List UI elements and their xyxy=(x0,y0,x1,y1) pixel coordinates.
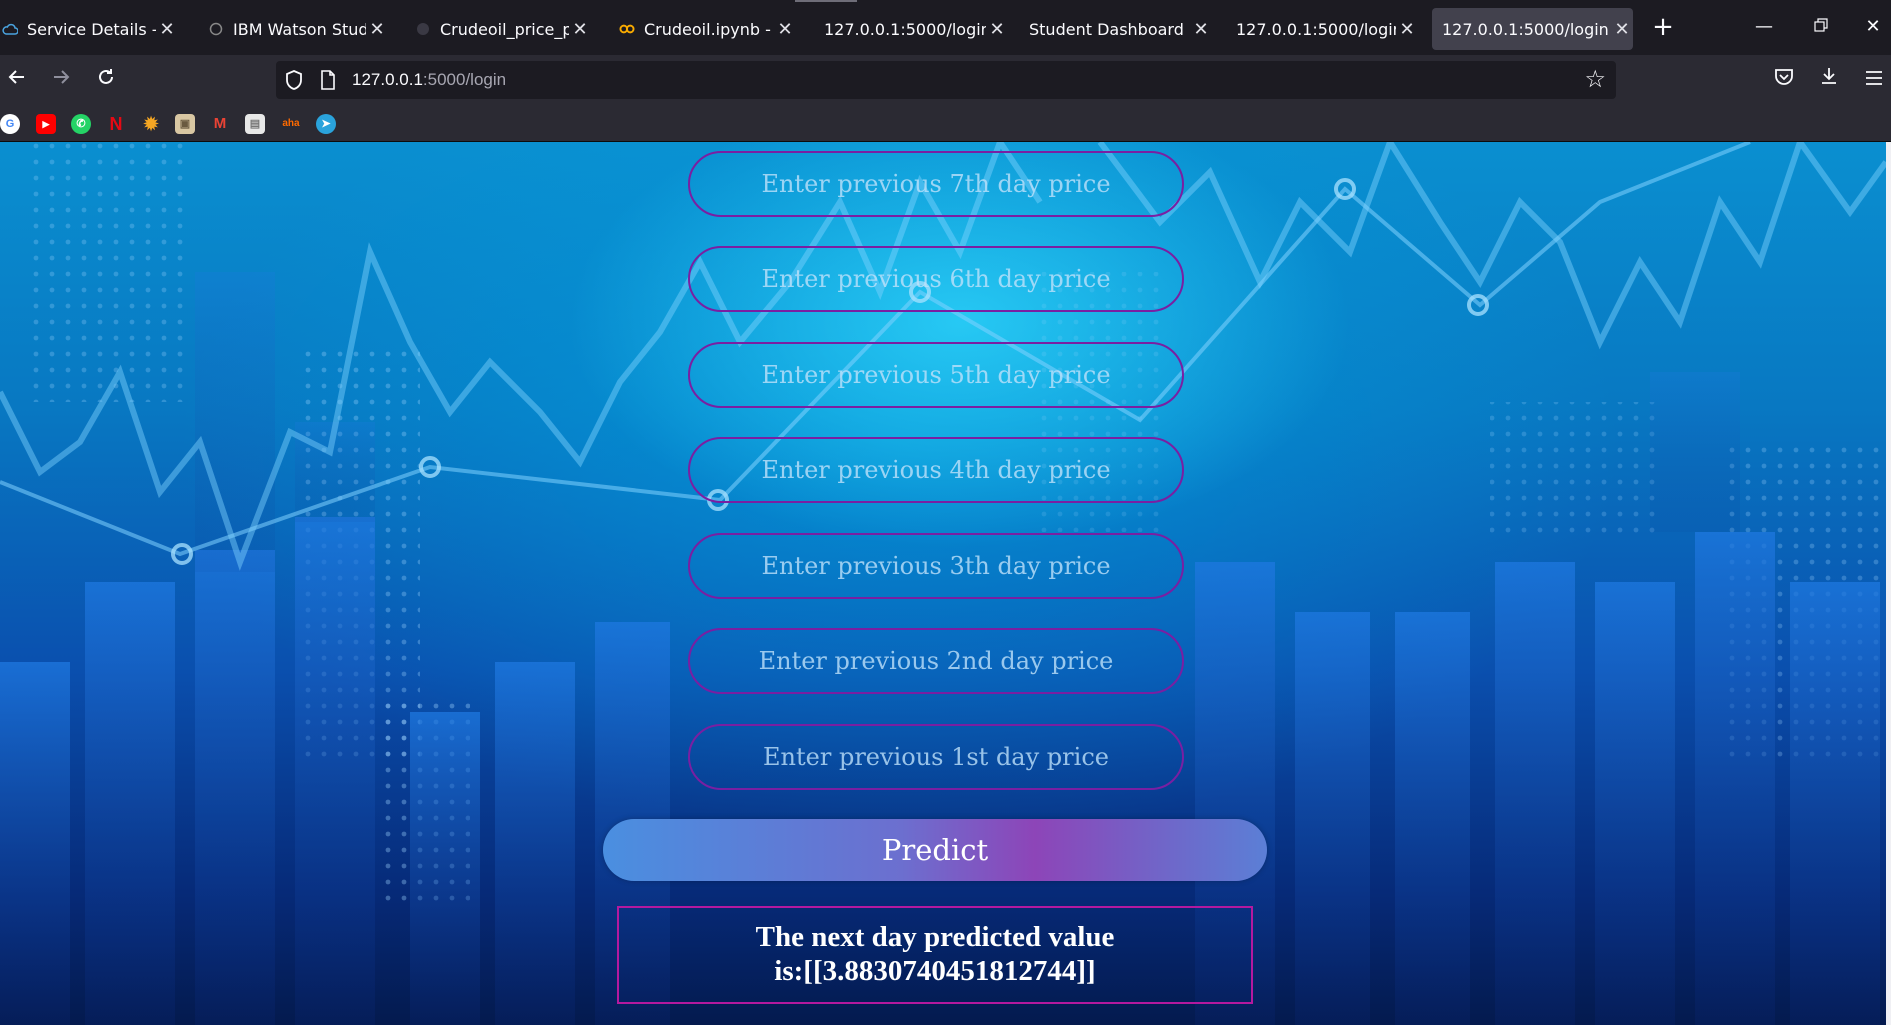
navigation-toolbar: 127.0.0.1:5000/login ☆ xyxy=(0,55,1891,106)
github-icon xyxy=(415,21,431,37)
tracking-shield-icon[interactable] xyxy=(284,69,304,95)
close-tab-icon[interactable]: ✕ xyxy=(1611,19,1633,40)
tab-title: Crudeoil_price_predi xyxy=(440,19,569,39)
page-scrollbar[interactable] xyxy=(1886,142,1891,1025)
result-line-2: is:[[3.8830740451812744]] xyxy=(774,955,1096,987)
photo-bookmark-icon[interactable]: ▣ xyxy=(175,114,195,134)
netflix-bookmark-icon[interactable]: N xyxy=(106,114,126,134)
url-text[interactable]: 127.0.0.1:5000/login xyxy=(352,70,506,90)
close-tab-icon[interactable]: ✕ xyxy=(569,19,591,40)
prediction-result: The next day predicted value is:[[3.8830… xyxy=(617,906,1253,1004)
tab-title: 127.0.0.1:5000/login xyxy=(824,19,986,39)
bookmarks-toolbar: G ▶ ✆ N ✹ ▣ M ▤ aha ➤ xyxy=(0,106,1891,142)
gmail-bookmark-icon[interactable]: M xyxy=(210,114,230,134)
tab-login-1[interactable]: 127.0.0.1:5000/login ✕ xyxy=(814,8,1008,50)
address-bar[interactable]: 127.0.0.1:5000/login ☆ xyxy=(276,61,1616,99)
page-info-icon[interactable] xyxy=(320,70,336,94)
prediction-form: Predict The next day predicted value is:… xyxy=(0,142,1886,1025)
tab-watson-studio[interactable]: IBM Watson Studio ✕ xyxy=(198,8,388,50)
tab-student-dashboard[interactable]: Student Dashboard ✕ xyxy=(1019,8,1212,50)
bookmark-star-icon[interactable]: ☆ xyxy=(1584,65,1606,93)
menu-icon[interactable] xyxy=(1857,63,1891,97)
day1-price-input[interactable] xyxy=(688,724,1184,790)
tab-title: Student Dashboard xyxy=(1029,19,1184,39)
pocket-icon[interactable] xyxy=(1767,63,1801,97)
close-window-icon[interactable]: ✕ xyxy=(1856,10,1890,44)
day6-price-input[interactable] xyxy=(688,246,1184,312)
close-tab-icon[interactable]: ✕ xyxy=(1190,19,1212,40)
day3-price-input[interactable] xyxy=(688,533,1184,599)
aha-bookmark-icon[interactable]: aha xyxy=(280,114,302,134)
day5-price-input[interactable] xyxy=(688,342,1184,408)
back-icon[interactable] xyxy=(0,63,34,97)
whatsapp-bookmark-icon[interactable]: ✆ xyxy=(71,114,91,134)
restore-icon[interactable] xyxy=(1801,10,1841,44)
tab-crudeoil-github[interactable]: Crudeoil_price_predi ✕ xyxy=(405,8,591,50)
minimize-icon[interactable]: — xyxy=(1744,10,1784,44)
predict-button[interactable]: Predict xyxy=(603,819,1267,881)
sun-bookmark-icon[interactable]: ✹ xyxy=(141,114,161,134)
tab-title: 127.0.0.1:5000/login xyxy=(1236,19,1396,39)
day2-price-input[interactable] xyxy=(688,628,1184,694)
tab-title: Crudeoil.ipynb - Col xyxy=(644,19,774,39)
close-tab-icon[interactable]: ✕ xyxy=(986,19,1008,40)
youtube-bookmark-icon[interactable]: ▶ xyxy=(36,114,56,134)
day4-price-input[interactable] xyxy=(688,437,1184,503)
document-bookmark-icon[interactable]: ▤ xyxy=(245,114,265,134)
tab-login-2[interactable]: 127.0.0.1:5000/login ✕ xyxy=(1226,8,1418,50)
close-tab-icon[interactable]: ✕ xyxy=(774,19,796,40)
reload-icon[interactable] xyxy=(89,63,123,97)
google-bookmark-icon[interactable]: G xyxy=(0,114,20,134)
tab-indicator xyxy=(795,0,857,2)
day7-price-input[interactable] xyxy=(688,151,1184,217)
page-content: Predict The next day predicted value is:… xyxy=(0,142,1886,1025)
url-path: :5000/login xyxy=(422,70,507,89)
downloads-icon[interactable] xyxy=(1812,63,1846,97)
tab-service-details[interactable]: Service Details - IBM ✕ xyxy=(0,8,178,50)
url-host: 127.0.0.1 xyxy=(352,70,423,89)
watson-icon xyxy=(208,21,224,37)
close-tab-icon[interactable]: ✕ xyxy=(156,19,178,40)
forward-icon[interactable] xyxy=(44,63,78,97)
result-line-1: The next day predicted value xyxy=(755,921,1115,953)
telegram-bookmark-icon[interactable]: ➤ xyxy=(316,114,336,134)
tab-crudeoil-colab[interactable]: Crudeoil.ipynb - Col ✕ xyxy=(609,8,796,50)
tab-title: Service Details - IBM xyxy=(27,19,156,39)
new-tab-button[interactable]: + xyxy=(1648,12,1678,44)
cloud-icon xyxy=(2,21,18,37)
close-tab-icon[interactable]: ✕ xyxy=(366,19,388,40)
tab-title: 127.0.0.1:5000/login xyxy=(1442,19,1609,39)
close-tab-icon[interactable]: ✕ xyxy=(1396,19,1418,40)
tab-title: IBM Watson Studio xyxy=(233,19,366,39)
tab-login-active[interactable]: 127.0.0.1:5000/login ✕ xyxy=(1432,8,1633,50)
tab-strip: Service Details - IBM ✕ IBM Watson Studi… xyxy=(0,0,1891,55)
colab-icon xyxy=(619,21,635,37)
